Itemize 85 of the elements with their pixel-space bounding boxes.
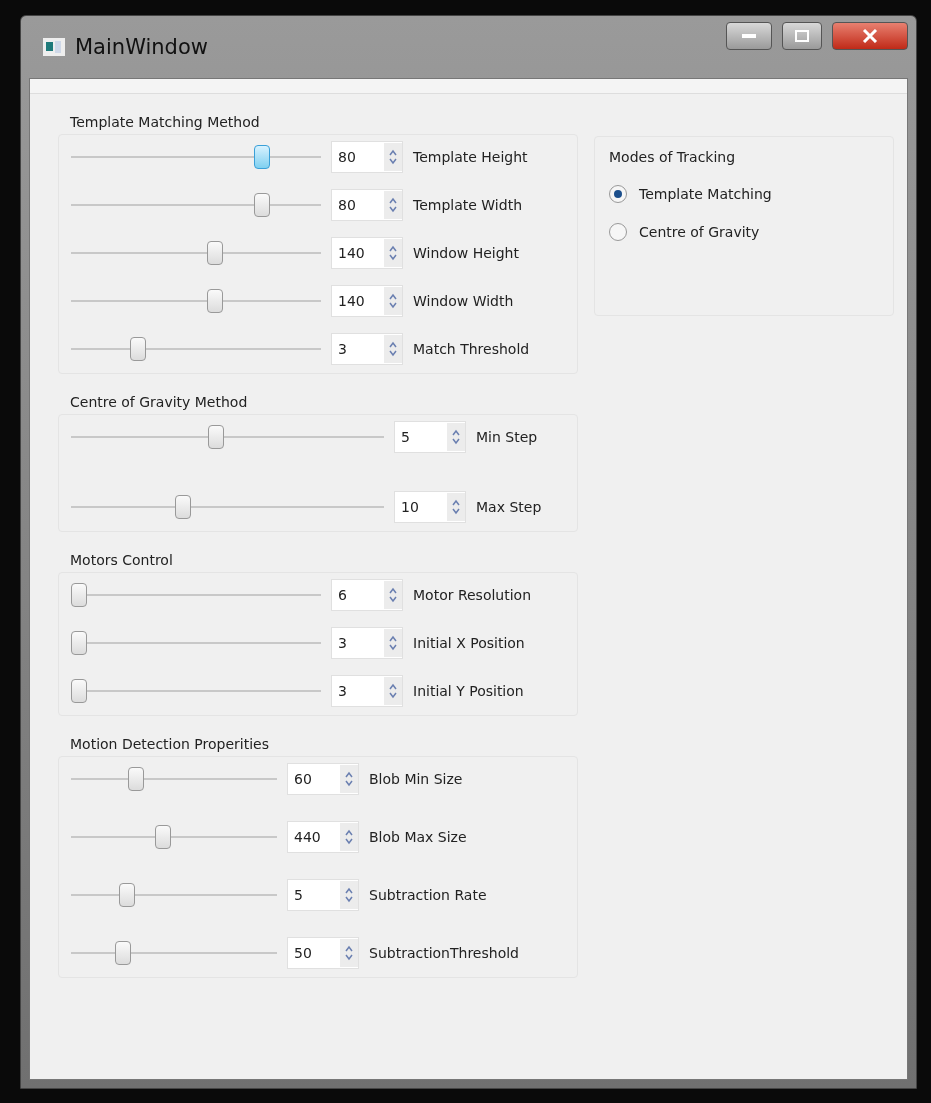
- field-label: Initial X Position: [413, 635, 526, 651]
- field-label: Motor Resolution: [413, 587, 533, 603]
- slider-thumb[interactable]: [129, 337, 146, 361]
- slider-thumb[interactable]: [114, 941, 131, 965]
- spin-arrows-icon: [389, 149, 397, 165]
- spin-arrows-icon: [389, 683, 397, 699]
- slider-thumb[interactable]: [71, 583, 87, 607]
- slider-thumb[interactable]: [206, 289, 223, 313]
- group-title: Centre of Gravity Method: [69, 393, 249, 412]
- minimize-button[interactable]: [726, 22, 772, 50]
- spin-box[interactable]: 80: [331, 189, 403, 221]
- window-title: MainWindow: [75, 35, 209, 59]
- radio-option[interactable]: Template Matching: [609, 185, 879, 203]
- spin-arrows-icon: [389, 635, 397, 651]
- slider[interactable]: [71, 425, 384, 449]
- minimize-icon: [742, 34, 756, 38]
- field-label: Window Height: [413, 245, 520, 261]
- slider-thumb[interactable]: [174, 495, 191, 519]
- maximize-icon: [795, 30, 809, 42]
- field-label: Window Width: [413, 293, 515, 309]
- group-title: Template Matching Method: [69, 113, 261, 132]
- slider[interactable]: [71, 583, 321, 607]
- field-label: Max Step: [476, 499, 543, 515]
- spin-box[interactable]: 10: [394, 491, 466, 523]
- field-label: Subtraction Rate: [369, 887, 488, 903]
- field-label: Template Width: [413, 197, 523, 213]
- spin-box[interactable]: 6: [331, 579, 403, 611]
- spin-arrows-icon: [345, 829, 353, 845]
- spin-box[interactable]: 3: [331, 333, 403, 365]
- slider[interactable]: [71, 767, 277, 791]
- slider-thumb[interactable]: [207, 425, 224, 449]
- slider[interactable]: [71, 145, 321, 169]
- app-icon: [43, 38, 65, 56]
- field-label: Min Step: [476, 429, 539, 445]
- close-button[interactable]: [832, 22, 908, 50]
- spin-arrows-icon: [452, 499, 460, 515]
- slider-thumb[interactable]: [71, 631, 87, 655]
- slider-thumb[interactable]: [128, 767, 144, 791]
- spin-box[interactable]: 140: [331, 237, 403, 269]
- slider[interactable]: [71, 289, 321, 313]
- slider[interactable]: [71, 241, 321, 265]
- slider[interactable]: [71, 631, 321, 655]
- spin-box[interactable]: 440: [287, 821, 359, 853]
- field-label: Blob Min Size: [369, 771, 464, 787]
- spin-box[interactable]: 60: [287, 763, 359, 795]
- radio-option[interactable]: Centre of Gravity: [609, 223, 879, 241]
- spin-arrows-icon: [345, 887, 353, 903]
- slider-thumb[interactable]: [253, 193, 270, 217]
- spin-arrows-icon: [389, 293, 397, 309]
- slider[interactable]: [71, 825, 277, 849]
- group-title: Motors Control: [69, 551, 174, 570]
- field-label: Match Threshold: [413, 341, 531, 357]
- group-title: Modes of Tracking: [609, 149, 737, 165]
- group-title: Motion Detection Properities: [69, 735, 270, 754]
- slider[interactable]: [71, 193, 321, 217]
- field-label: Blob Max Size: [369, 829, 468, 845]
- spin-box[interactable]: 5: [287, 879, 359, 911]
- slider[interactable]: [71, 495, 384, 519]
- spin-box[interactable]: 140: [331, 285, 403, 317]
- slider[interactable]: [71, 337, 321, 361]
- slider-thumb[interactable]: [118, 883, 135, 907]
- slider[interactable]: [71, 941, 277, 965]
- field-label: SubtractionThreshold: [369, 945, 520, 961]
- field-label: Initial Y Position: [413, 683, 525, 699]
- maximize-button[interactable]: [782, 22, 822, 50]
- slider-thumb[interactable]: [206, 241, 223, 265]
- slider[interactable]: [71, 883, 277, 907]
- spin-arrows-icon: [389, 341, 397, 357]
- slider-thumb[interactable]: [71, 679, 87, 703]
- spin-box[interactable]: 80: [331, 141, 403, 173]
- spin-box[interactable]: 3: [331, 675, 403, 707]
- spin-arrows-icon: [345, 771, 353, 787]
- spin-arrows-icon: [389, 587, 397, 603]
- spin-box[interactable]: 3: [331, 627, 403, 659]
- spin-arrows-icon: [389, 197, 397, 213]
- spin-box[interactable]: 5: [394, 421, 466, 453]
- spin-arrows-icon: [452, 429, 460, 445]
- spin-box[interactable]: 50: [287, 937, 359, 969]
- slider-thumb[interactable]: [253, 145, 270, 169]
- slider[interactable]: [71, 679, 321, 703]
- slider-thumb[interactable]: [154, 825, 171, 849]
- close-icon: [862, 29, 878, 43]
- field-label: Template Height: [413, 149, 529, 165]
- spin-arrows-icon: [389, 245, 397, 261]
- spin-arrows-icon: [345, 945, 353, 961]
